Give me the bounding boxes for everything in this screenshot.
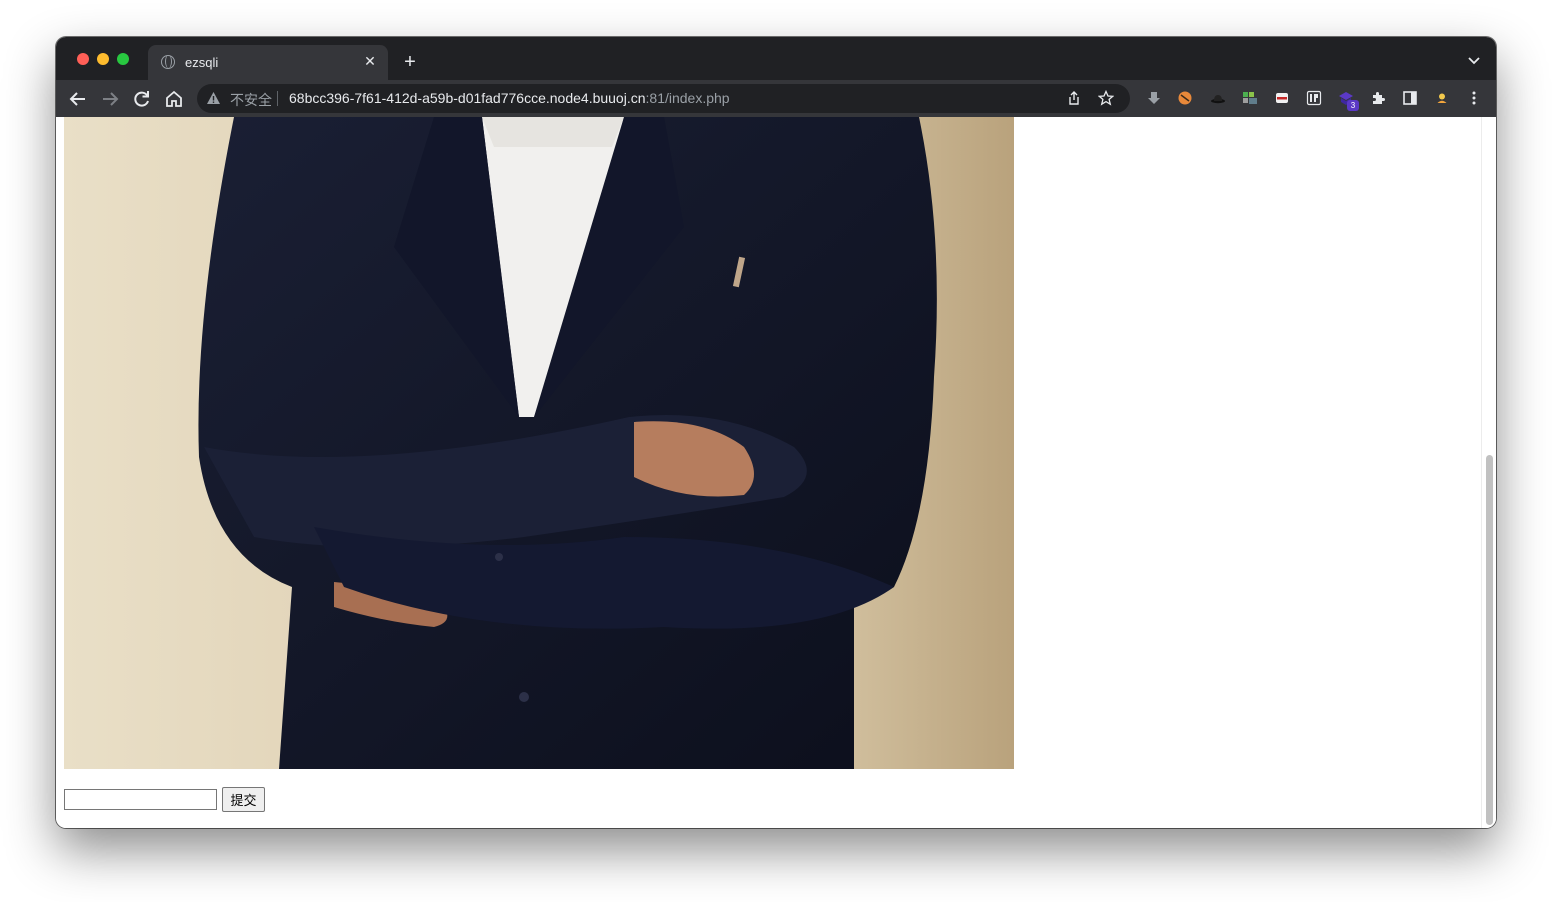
ext-grid-icon[interactable] xyxy=(1242,90,1258,106)
toolbar: 不安全 68bcc396-7f61-412d-a59b-d01fad776cce… xyxy=(56,80,1496,117)
ext-orange-circle-icon[interactable] xyxy=(1177,90,1193,106)
submit-button[interactable]: 提交 xyxy=(222,787,265,812)
side-panel-icon[interactable] xyxy=(1402,90,1418,106)
tab-strip: ezsqli ✕ + xyxy=(56,37,1496,80)
back-arrow-icon[interactable] xyxy=(67,88,89,110)
star-icon[interactable] xyxy=(1098,90,1114,106)
extension-badge: 3 xyxy=(1347,100,1359,111)
url-host: 68bcc396-7f61-412d-a59b-d01fad776cce.nod… xyxy=(289,90,646,106)
new-tab-button[interactable]: + xyxy=(400,52,420,72)
tab-ezsqli[interactable]: ezsqli ✕ xyxy=(148,45,388,80)
ext-ip-icon[interactable] xyxy=(1306,90,1322,106)
globe-icon xyxy=(161,55,175,69)
tab-close-button[interactable]: ✕ xyxy=(362,53,378,69)
forward-arrow-icon[interactable] xyxy=(99,88,121,110)
omnibox-separator xyxy=(277,91,278,106)
url-path: :81/index.php xyxy=(645,90,730,106)
puzzle-icon[interactable] xyxy=(1370,90,1386,106)
ext-mask-icon[interactable] xyxy=(1274,90,1290,106)
warning-icon[interactable] xyxy=(206,91,221,105)
ext-hat-icon[interactable] xyxy=(1210,90,1226,106)
photo-image xyxy=(64,117,1014,769)
download-icon[interactable] xyxy=(1146,90,1162,106)
home-icon[interactable] xyxy=(163,88,185,110)
share-icon[interactable] xyxy=(1066,90,1082,106)
security-label[interactable]: 不安全 xyxy=(230,90,272,110)
page-content: 提交 xyxy=(56,117,1496,828)
more-menu-icon[interactable] xyxy=(1466,90,1482,106)
reload-icon[interactable] xyxy=(131,88,153,110)
profile-avatar-icon[interactable] xyxy=(1434,90,1450,106)
url-text[interactable]: 68bcc396-7f61-412d-a59b-d01fad776cce.nod… xyxy=(289,90,730,106)
chevron-down-icon[interactable] xyxy=(1466,52,1482,68)
query-input[interactable] xyxy=(64,789,217,810)
browser-window: ezsqli ✕ + 不安全 68bcc396-7f61-412d-a59b-d… xyxy=(56,37,1496,828)
address-bar[interactable]: 不安全 68bcc396-7f61-412d-a59b-d01fad776cce… xyxy=(197,84,1130,113)
tab-title: ezsqli xyxy=(185,55,219,70)
scrollbar[interactable] xyxy=(1481,117,1496,828)
zoom-window-button[interactable] xyxy=(117,53,129,65)
scrollbar-thumb[interactable] xyxy=(1486,455,1493,825)
close-window-button[interactable] xyxy=(77,53,89,65)
minimize-window-button[interactable] xyxy=(97,53,109,65)
